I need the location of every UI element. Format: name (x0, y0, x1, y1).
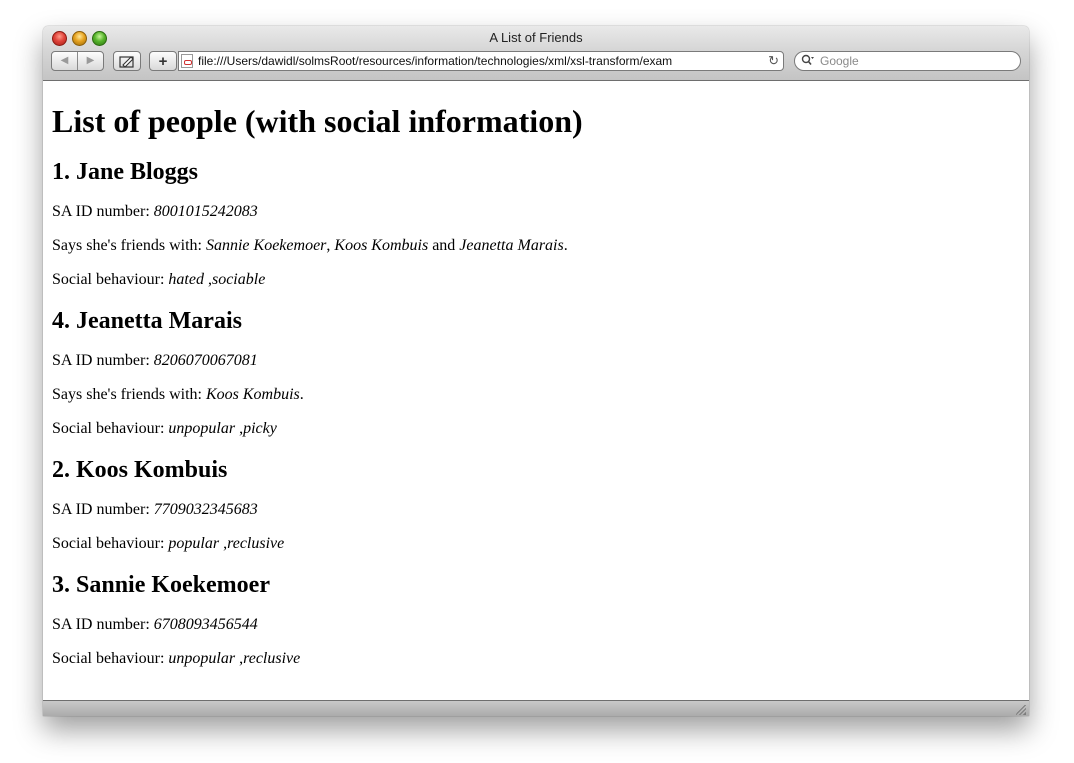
address-bar[interactable]: file:///Users/dawidl/solmsRoot/resources… (178, 51, 784, 71)
separator: . (563, 237, 568, 254)
id-value: 8206070067081 (153, 352, 258, 369)
id-number-line: SA ID number: 8206070067081 (52, 351, 1020, 370)
search-input[interactable] (820, 53, 1010, 69)
id-number-line: SA ID number: 7709032345683 (52, 500, 1020, 519)
behaviour-value: unpopular (168, 650, 236, 667)
page-content: List of people (with social information)… (43, 81, 1029, 700)
friend-name: Koos Kombuis (334, 237, 429, 254)
social-label: Social behaviour: (52, 650, 165, 667)
social-label: Social behaviour: (52, 535, 165, 552)
page-title: List of people (with social information) (52, 103, 583, 139)
behaviour-value: hated (168, 271, 204, 288)
search-icon (801, 54, 815, 69)
window-title: A List of Friends (489, 30, 583, 45)
social-behaviour-line: Social behaviour: unpopular ,picky (52, 419, 1020, 438)
resize-grip-icon[interactable] (1016, 705, 1026, 715)
social-label: Social behaviour: (52, 420, 165, 437)
friends-line: Says she's friends with: Koos Kombuis. (52, 385, 1020, 404)
person-heading: 4. Jeanetta Marais (52, 308, 242, 334)
person-heading: 1. Jane Bloggs (52, 159, 199, 185)
friend-name: Sannie Koekemoer (205, 237, 327, 254)
xml-file-icon (181, 54, 193, 68)
social-behaviour-line: Social behaviour: hated ,sociable (52, 270, 1020, 289)
id-label: SA ID number: (52, 203, 150, 220)
edit-button[interactable] (113, 51, 141, 71)
forward-button[interactable]: ▶ (78, 52, 103, 70)
social-behaviour-line: Social behaviour: popular ,reclusive (52, 534, 1020, 553)
id-label: SA ID number: (52, 616, 150, 633)
url-text[interactable]: file:///Users/dawidl/solmsRoot/resources… (198, 54, 753, 68)
social-behaviour-line: Social behaviour: unpopular ,reclusive (52, 649, 1020, 668)
add-bookmark-button[interactable]: + (149, 51, 177, 71)
status-bar (43, 700, 1029, 716)
id-number-line: SA ID number: 6708093456544 (52, 615, 1020, 634)
back-forward-buttons: ◀ ▶ (51, 51, 104, 71)
behaviour-value: popular (168, 535, 220, 552)
pencil-icon (119, 55, 134, 68)
person-heading: 3. Sannie Koekemoer (52, 572, 270, 598)
id-value: 6708093456544 (153, 616, 258, 633)
search-field[interactable] (794, 51, 1021, 71)
person-heading: 2. Koos Kombuis (52, 457, 228, 483)
separator: , (326, 237, 331, 254)
behaviour-value: picky (243, 420, 277, 437)
id-value: 7709032345683 (153, 501, 258, 518)
friend-name: Jeanetta Marais (459, 237, 564, 254)
separator: . (299, 386, 304, 403)
back-button[interactable]: ◀ (52, 52, 77, 70)
reload-icon[interactable]: ↻ (768, 53, 779, 69)
id-label: SA ID number: (52, 501, 150, 518)
friends-line: Says she's friends with: Sannie Koekemoe… (52, 236, 1020, 255)
id-value: 8001015242083 (153, 203, 258, 220)
behaviour-value: reclusive (227, 535, 285, 552)
conjunction: and (432, 237, 456, 254)
friends-label: Says she's friends with: (52, 237, 202, 254)
id-number-line: SA ID number: 8001015242083 (52, 202, 1020, 221)
browser-window: A List of Friends ◀ ▶ + file:///Users/da… (43, 26, 1029, 716)
browser-toolbar: A List of Friends ◀ ▶ + file:///Users/da… (43, 26, 1029, 81)
social-label: Social behaviour: (52, 271, 165, 288)
behaviour-value: reclusive (243, 650, 301, 667)
behaviour-value: sociable (211, 271, 266, 288)
friend-name: Koos Kombuis (205, 386, 300, 403)
behaviour-value: unpopular (168, 420, 236, 437)
friends-label: Says she's friends with: (52, 386, 202, 403)
id-label: SA ID number: (52, 352, 150, 369)
